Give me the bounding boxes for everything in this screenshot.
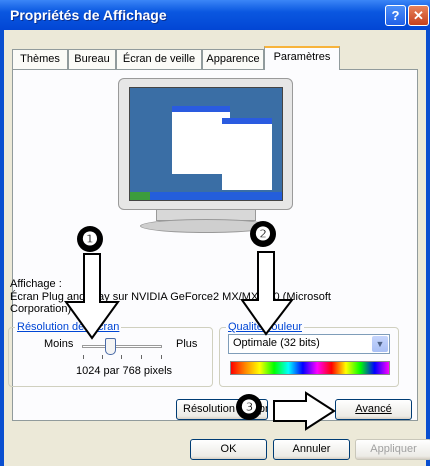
display-label: Affichage : xyxy=(10,278,62,290)
monitor-bezel xyxy=(118,78,293,210)
display-device-text: Écran Plug and Play sur NVIDIA GeForce2 … xyxy=(10,291,331,315)
advanced-button[interactable]: Avancé xyxy=(335,399,412,420)
chevron-down-icon[interactable]: ▼ xyxy=(372,336,388,352)
title-bar[interactable]: Propriétés de Affichage ? ✕ xyxy=(0,0,430,30)
help-button[interactable]: ? xyxy=(385,5,406,26)
preview-window xyxy=(222,118,272,190)
annotation-badge-1: ❶ xyxy=(77,226,103,252)
resolution-slider-track[interactable] xyxy=(82,345,162,348)
annotation-badge-2: ❷ xyxy=(250,221,276,247)
arrow-right-icon xyxy=(273,391,336,431)
monitor-preview xyxy=(118,78,293,234)
annotation-badge-3: ❸ xyxy=(236,394,262,420)
preview-taskbar xyxy=(130,192,282,200)
tab-bureau[interactable]: Bureau xyxy=(68,49,116,69)
slider-tick xyxy=(141,355,142,359)
cancel-button[interactable]: Annuler xyxy=(273,439,350,460)
apply-button: Appliquer xyxy=(355,439,430,460)
tab-parametres[interactable]: Paramètres xyxy=(264,46,340,70)
ok-button[interactable]: OK xyxy=(190,439,267,460)
color-quality-selected: Optimale (32 bits) xyxy=(233,337,320,349)
slider-tick xyxy=(161,355,162,359)
dialog-body: Thèmes Bureau Écran de veille Apparence … xyxy=(4,30,430,466)
color-spectrum-bar xyxy=(230,361,390,375)
dialog-window: Propriétés de Affichage ? ✕ Thèmes Burea… xyxy=(0,0,430,466)
window-title: Propriétés de Affichage xyxy=(10,7,167,23)
monitor-screen xyxy=(129,87,283,201)
arrow-down-icon xyxy=(240,251,295,336)
tab-ecran-de-veille[interactable]: Écran de veille xyxy=(116,49,202,69)
preview-start-button xyxy=(130,192,150,200)
slider-tick xyxy=(102,355,103,359)
slider-tick xyxy=(83,355,84,359)
arrow-down-icon xyxy=(64,253,120,340)
slider-tick xyxy=(121,355,122,359)
tab-apparence[interactable]: Apparence xyxy=(202,49,264,69)
resolution-max-label: Plus xyxy=(176,338,198,350)
close-button[interactable]: ✕ xyxy=(408,5,429,26)
tab-themes[interactable]: Thèmes xyxy=(12,49,68,69)
resolution-value: 1024 par 768 pixels xyxy=(76,365,173,377)
